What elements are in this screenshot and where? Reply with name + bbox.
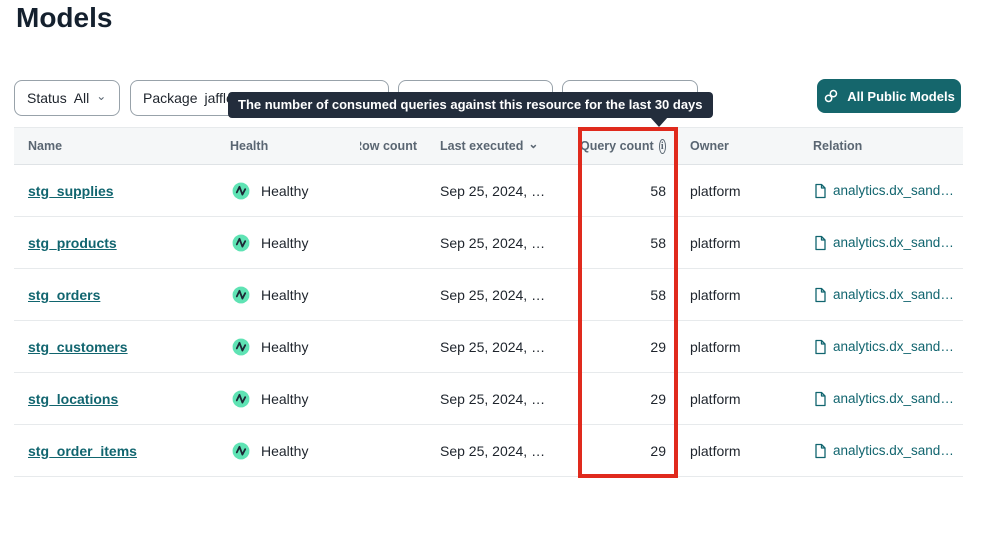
table-header: Name Health Row count Last executed ⌄ Qu… bbox=[14, 127, 963, 165]
models-page: Models Status All ⌄ Package jaffle_ ⌄ Al… bbox=[0, 0, 989, 536]
relation-link[interactable]: analytics.dx_sand… bbox=[813, 391, 954, 407]
link-icon bbox=[823, 88, 839, 104]
owner-value: platform bbox=[676, 339, 799, 355]
owner-value: platform bbox=[676, 391, 799, 407]
health-cell: Healthy bbox=[230, 232, 360, 254]
relation-link[interactable]: analytics.dx_sand… bbox=[813, 443, 954, 459]
file-icon bbox=[813, 339, 827, 355]
column-header-last-executed[interactable]: Last executed ⌄ bbox=[430, 139, 580, 153]
relation-link[interactable]: analytics.dx_sand… bbox=[813, 183, 954, 199]
all-public-models-label: All Public Models bbox=[847, 89, 955, 104]
model-link[interactable]: stg_order_items bbox=[28, 443, 137, 459]
last-executed-value: Sep 25, 2024, … bbox=[430, 287, 580, 303]
last-executed-label: Last executed bbox=[440, 139, 523, 153]
health-badge-icon bbox=[230, 440, 252, 462]
models-table: Name Health Row count Last executed ⌄ Qu… bbox=[14, 127, 963, 477]
relation-label: analytics.dx_sand… bbox=[833, 287, 954, 302]
status-filter-label: Status bbox=[27, 90, 67, 106]
last-executed-value: Sep 25, 2024, … bbox=[430, 235, 580, 251]
model-link[interactable]: stg_supplies bbox=[28, 183, 114, 199]
health-badge-icon bbox=[230, 232, 252, 254]
column-header-owner: Owner bbox=[676, 139, 799, 153]
query-count-value: 29 bbox=[580, 443, 676, 459]
query-count-tooltip: The number of consumed queries against t… bbox=[228, 92, 713, 118]
query-count-value: 58 bbox=[580, 287, 676, 303]
query-count-value: 29 bbox=[580, 339, 676, 355]
last-executed-value: Sep 25, 2024, … bbox=[430, 443, 580, 459]
health-cell: Healthy bbox=[230, 440, 360, 462]
relation-label: analytics.dx_sand… bbox=[833, 235, 954, 250]
model-link[interactable]: stg_orders bbox=[28, 287, 100, 303]
health-status-label: Healthy bbox=[261, 339, 308, 355]
query-count-value: 58 bbox=[580, 183, 676, 199]
owner-value: platform bbox=[676, 235, 799, 251]
table-row: stg_order_items Healthy Sep 25, 2024, … … bbox=[14, 425, 963, 477]
column-header-relation: Relation bbox=[799, 139, 963, 153]
table-row: stg_customers Healthy Sep 25, 2024, … 29… bbox=[14, 321, 963, 373]
health-badge-icon bbox=[230, 388, 252, 410]
table-row: stg_supplies Healthy Sep 25, 2024, … 58 … bbox=[14, 165, 963, 217]
tooltip-arrow bbox=[650, 117, 668, 127]
relation-label: analytics.dx_sand… bbox=[833, 339, 954, 354]
file-icon bbox=[813, 391, 827, 407]
health-cell: Healthy bbox=[230, 388, 360, 410]
file-icon bbox=[813, 443, 827, 459]
sort-chevron-icon: ⌄ bbox=[528, 139, 538, 150]
model-link[interactable]: stg_products bbox=[28, 235, 117, 251]
table-row: stg_products Healthy Sep 25, 2024, … 58 … bbox=[14, 217, 963, 269]
relation-link[interactable]: analytics.dx_sand… bbox=[813, 235, 954, 251]
health-status-label: Healthy bbox=[261, 391, 308, 407]
health-badge-icon bbox=[230, 336, 252, 358]
query-count-label: Query count bbox=[580, 139, 654, 153]
file-icon bbox=[813, 235, 827, 251]
column-header-query-count: Query count i bbox=[580, 139, 676, 154]
chevron-down-icon: ⌄ bbox=[96, 90, 106, 102]
relation-link[interactable]: analytics.dx_sand… bbox=[813, 339, 954, 355]
health-cell: Healthy bbox=[230, 180, 360, 202]
health-status-label: Healthy bbox=[261, 183, 308, 199]
model-link[interactable]: stg_customers bbox=[28, 339, 128, 355]
health-badge-icon bbox=[230, 180, 252, 202]
status-filter-value: All bbox=[74, 90, 90, 106]
file-icon bbox=[813, 287, 827, 303]
health-status-label: Healthy bbox=[261, 235, 308, 251]
relation-label: analytics.dx_sand… bbox=[833, 183, 954, 198]
query-count-value: 29 bbox=[580, 391, 676, 407]
relation-label: analytics.dx_sand… bbox=[833, 391, 954, 406]
last-executed-value: Sep 25, 2024, … bbox=[430, 391, 580, 407]
column-header-row-count: Row count bbox=[360, 139, 430, 153]
package-filter-label: Package bbox=[143, 90, 197, 106]
all-public-models-button[interactable]: All Public Models bbox=[817, 79, 961, 113]
status-filter[interactable]: Status All ⌄ bbox=[14, 80, 120, 116]
table-row: stg_locations Healthy Sep 25, 2024, … 29… bbox=[14, 373, 963, 425]
health-badge-icon bbox=[230, 284, 252, 306]
relation-link[interactable]: analytics.dx_sand… bbox=[813, 287, 954, 303]
health-status-label: Healthy bbox=[261, 287, 308, 303]
model-link[interactable]: stg_locations bbox=[28, 391, 118, 407]
owner-value: platform bbox=[676, 443, 799, 459]
info-icon[interactable]: i bbox=[659, 139, 666, 154]
health-cell: Healthy bbox=[230, 336, 360, 358]
last-executed-value: Sep 25, 2024, … bbox=[430, 339, 580, 355]
owner-value: platform bbox=[676, 183, 799, 199]
column-header-name: Name bbox=[14, 139, 230, 153]
page-title: Models bbox=[16, 2, 112, 34]
last-executed-value: Sep 25, 2024, … bbox=[430, 183, 580, 199]
query-count-value: 58 bbox=[580, 235, 676, 251]
relation-label: analytics.dx_sand… bbox=[833, 443, 954, 458]
table-row: stg_orders Healthy Sep 25, 2024, … 58 pl… bbox=[14, 269, 963, 321]
file-icon bbox=[813, 183, 827, 199]
column-header-health: Health bbox=[230, 139, 360, 153]
health-status-label: Healthy bbox=[261, 443, 308, 459]
owner-value: platform bbox=[676, 287, 799, 303]
health-cell: Healthy bbox=[230, 284, 360, 306]
